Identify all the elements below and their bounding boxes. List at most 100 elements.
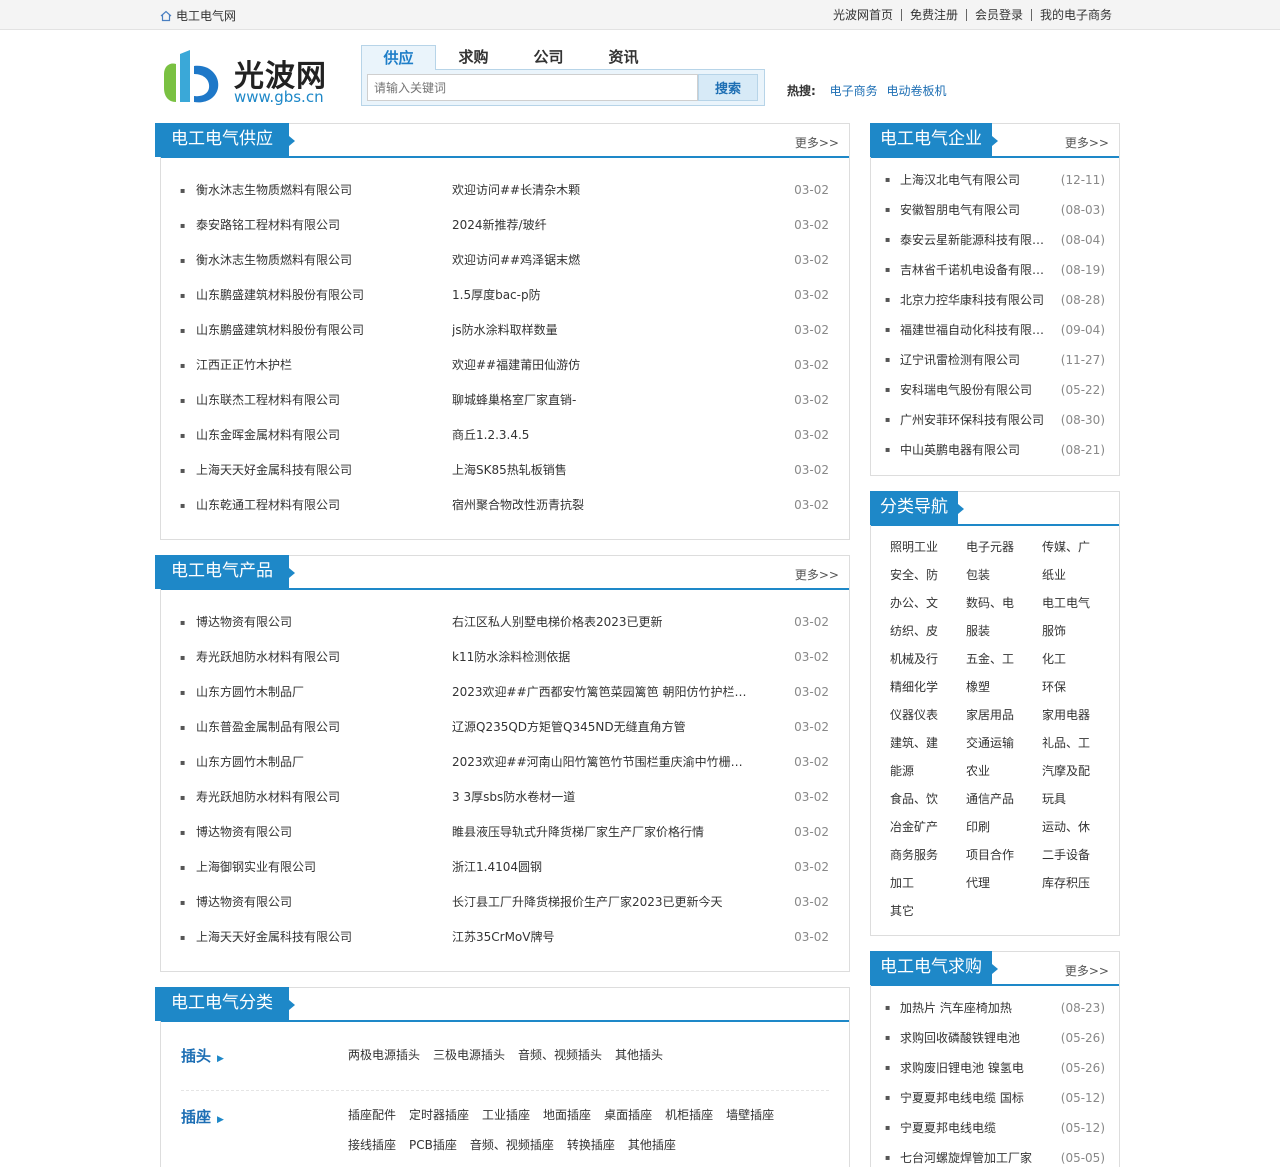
category-item[interactable]: 音频、视频插座	[470, 1130, 554, 1160]
category-item[interactable]: 墙壁插座	[726, 1100, 774, 1130]
company-link[interactable]: 博达物资有限公司	[196, 605, 292, 640]
home-link[interactable]: 电工电气网	[160, 7, 236, 24]
item-link[interactable]: 广州安菲环保科技有限公司	[900, 405, 1048, 435]
product-link[interactable]: 2023欢迎##广西都安竹篱笆菜园篱笆 朝阳仿竹护栏货源	[452, 675, 752, 710]
company-link[interactable]: 上海天天好金属科技有限公司	[196, 453, 352, 488]
buy-more-link[interactable]: 更多>>	[1065, 962, 1109, 979]
nav-item[interactable]: 能源	[890, 757, 966, 785]
company-link[interactable]: 山东鹏盛建筑材料股份有限公司	[196, 313, 364, 348]
category-item[interactable]: 其他插座	[628, 1130, 676, 1160]
category-item[interactable]: 插座配件	[348, 1100, 396, 1130]
hot-item[interactable]: 电子商务	[830, 84, 878, 98]
nav-item[interactable]: 包装	[966, 561, 1042, 589]
company-link[interactable]: 山东联杰工程材料有限公司	[196, 383, 340, 418]
category-name[interactable]: 插头 ▶	[181, 1045, 224, 1066]
category-item[interactable]: 两极电源插头	[348, 1040, 420, 1070]
top-link-home[interactable]: 光波网首页	[825, 9, 901, 21]
nav-item[interactable]: 运动、休	[1042, 813, 1118, 841]
company-link[interactable]: 泰安路铭工程材料有限公司	[196, 208, 340, 243]
category-name[interactable]: 插座 ▶	[181, 1106, 224, 1127]
company-link[interactable]: 山东普盈金属制品有限公司	[196, 710, 340, 745]
nav-item[interactable]: 冶金矿产	[890, 813, 966, 841]
product-link[interactable]: js防水涂料取样数量	[452, 313, 752, 348]
product-link[interactable]: k11防水涂料检测依据	[452, 640, 752, 675]
category-item[interactable]: 桌面插座	[604, 1100, 652, 1130]
category-item[interactable]: 机柜插座	[665, 1100, 713, 1130]
product-link[interactable]: 2024新推荐/玻纤	[452, 208, 752, 243]
products-more-link[interactable]: 更多>>	[795, 566, 839, 583]
item-link[interactable]: 吉林省千诺机电设备有限公司	[900, 255, 1048, 285]
category-item[interactable]: 接线插座	[348, 1130, 396, 1160]
nav-item[interactable]: 交通运输	[966, 729, 1042, 757]
nav-item[interactable]: 其它	[890, 897, 966, 925]
tab-supply[interactable]: 供应	[361, 45, 436, 70]
top-link-my-ecommerce[interactable]: 我的电子商务	[1030, 9, 1120, 21]
item-link[interactable]: 中山英鹏电器有限公司	[900, 435, 1048, 465]
tab-company[interactable]: 公司	[511, 45, 586, 70]
product-link[interactable]: 辽源Q235QD方矩管Q345ND无缝直角方管	[452, 710, 752, 745]
supply-more-link[interactable]: 更多>>	[795, 134, 839, 151]
nav-item[interactable]: 纸业	[1042, 561, 1118, 589]
nav-item[interactable]: 二手设备	[1042, 841, 1118, 869]
nav-item[interactable]: 服装	[966, 617, 1042, 645]
item-link[interactable]: 福建世福自动化科技有限公司	[900, 315, 1048, 345]
nav-item[interactable]: 家用电器	[1042, 701, 1118, 729]
nav-item[interactable]: 精细化学	[890, 673, 966, 701]
item-link[interactable]: 求购回收磷酸铁锂电池	[900, 1023, 1048, 1053]
category-item[interactable]: PCB插座	[409, 1130, 457, 1160]
nav-item[interactable]: 五金、工	[966, 645, 1042, 673]
product-link[interactable]: 宿州聚合物改性沥青抗裂	[452, 488, 752, 523]
category-item[interactable]: 地面插座	[543, 1100, 591, 1130]
company-link[interactable]: 博达物资有限公司	[196, 885, 292, 920]
product-link[interactable]: 浙江1.4104圆钢	[452, 850, 752, 885]
nav-item[interactable]: 办公、文	[890, 589, 966, 617]
item-link[interactable]: 上海汉北电气有限公司	[900, 165, 1048, 195]
item-link[interactable]: 求购废旧锂电池 镍氢电	[900, 1053, 1048, 1083]
nav-item[interactable]: 印刷	[966, 813, 1042, 841]
item-link[interactable]: 加热片 汽车座椅加热	[900, 993, 1048, 1023]
product-link[interactable]: 商丘1.2.3.4.5	[452, 418, 752, 453]
nav-item[interactable]: 项目合作	[966, 841, 1042, 869]
product-link[interactable]: 右江区私人别墅电梯价格表2023已更新	[452, 605, 752, 640]
nav-item[interactable]: 代理	[966, 869, 1042, 897]
company-link[interactable]: 山东方圆竹木制品厂	[196, 675, 304, 710]
company-link[interactable]: 上海天天好金属科技有限公司	[196, 920, 352, 955]
category-item[interactable]: 音频、视频插头	[518, 1040, 602, 1070]
nav-item[interactable]: 家居用品	[966, 701, 1042, 729]
item-link[interactable]: 安科瑞电气股份有限公司	[900, 375, 1048, 405]
company-link[interactable]: 寿光跃旭防水材料有限公司	[196, 780, 340, 815]
company-link[interactable]: 博达物资有限公司	[196, 815, 292, 850]
product-link[interactable]: 长汀县工厂升降货梯报价生产厂家2023已更新今天	[452, 885, 752, 920]
product-link[interactable]: 欢迎##福建莆田仙游仿	[452, 348, 752, 383]
nav-item[interactable]: 食品、饮	[890, 785, 966, 813]
nav-item[interactable]: 照明工业	[890, 533, 966, 561]
product-link[interactable]: 欢迎访问##鸡泽锯末燃	[452, 243, 752, 278]
top-link-register[interactable]: 免费注册	[900, 9, 966, 21]
logo[interactable]: 光波网 www.gbs.cn	[160, 48, 340, 108]
item-link[interactable]: 辽宁讯雷检测有限公司	[900, 345, 1048, 375]
nav-item[interactable]: 数码、电	[966, 589, 1042, 617]
search-input[interactable]	[367, 74, 698, 101]
nav-item[interactable]: 礼品、工	[1042, 729, 1118, 757]
nav-item[interactable]: 纺织、皮	[890, 617, 966, 645]
nav-item[interactable]: 机械及行	[890, 645, 966, 673]
item-link[interactable]: 北京力控华康科技有限公司	[900, 285, 1048, 315]
product-link[interactable]: 2023欢迎##河南山阳竹篱笆竹节围栏重庆渝中竹栅栏厂家	[452, 745, 752, 780]
nav-item[interactable]: 环保	[1042, 673, 1118, 701]
tab-news[interactable]: 资讯	[586, 45, 661, 70]
nav-item[interactable]: 农业	[966, 757, 1042, 785]
category-item[interactable]: 转换插座	[567, 1130, 615, 1160]
nav-item[interactable]: 库存积压	[1042, 869, 1118, 897]
hot-item[interactable]: 电动卷板机	[886, 84, 946, 98]
product-link[interactable]: 聊城蜂巢格室厂家直销-	[452, 383, 752, 418]
companies-more-link[interactable]: 更多>>	[1065, 134, 1109, 151]
company-link[interactable]: 山东乾通工程材料有限公司	[196, 488, 340, 523]
category-item[interactable]: 定时器插座	[409, 1100, 469, 1130]
search-button[interactable]: 搜索	[698, 74, 758, 101]
product-link[interactable]: 睢县液压导轨式升降货梯厂家生产厂家价格行情	[452, 815, 752, 850]
nav-item[interactable]: 建筑、建	[890, 729, 966, 757]
category-item[interactable]: 其他插头	[615, 1040, 663, 1070]
product-link[interactable]: 欢迎访问##长清杂木颗	[452, 173, 752, 208]
top-link-login[interactable]: 会员登录	[965, 9, 1031, 21]
company-link[interactable]: 山东金晖金属材料有限公司	[196, 418, 340, 453]
